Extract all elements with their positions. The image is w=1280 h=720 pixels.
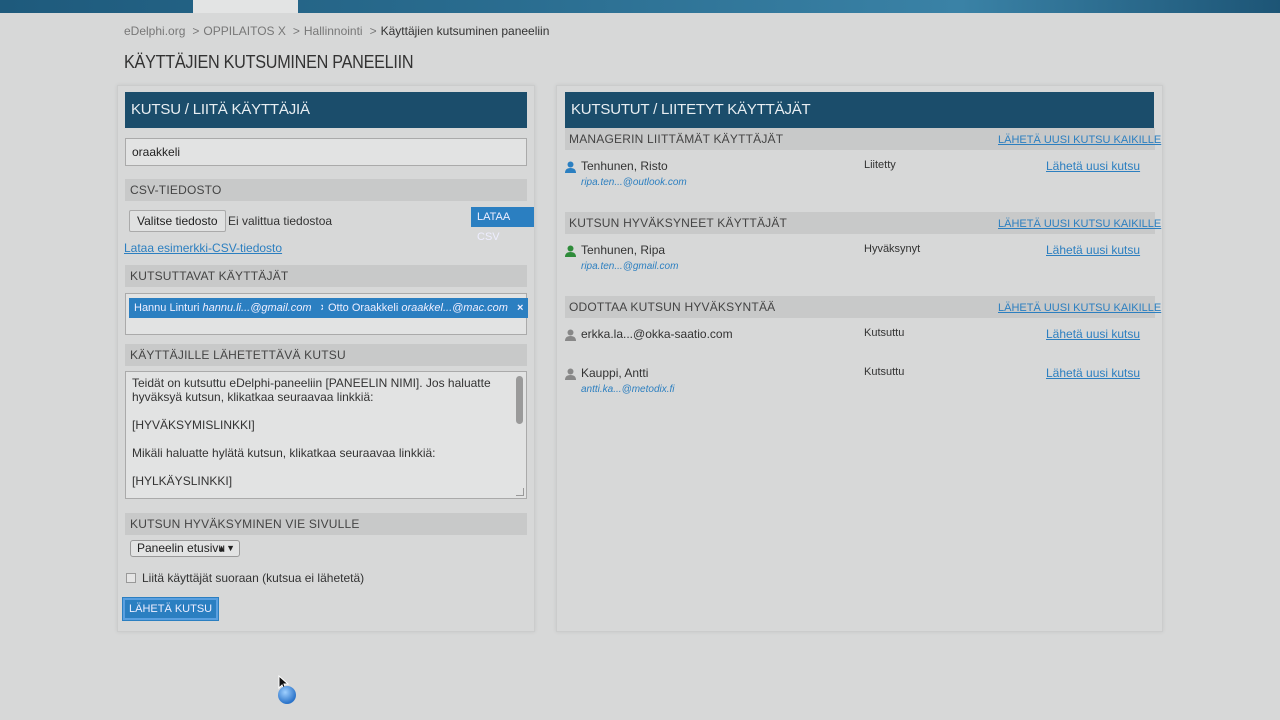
redirect-select-value: Paneelin etusivu	[137, 541, 226, 555]
textarea-resize-handle[interactable]	[516, 488, 524, 496]
upload-csv-button[interactable]: LATAA CSV	[471, 207, 534, 243]
user-name: erkka.la...@okka-saatio.com	[581, 327, 733, 341]
breadcrumb-item-edelphi[interactable]: eDelphi.org	[124, 24, 185, 38]
tag-email: oraakkel...@mac.com	[401, 302, 508, 314]
invited-users-panel: KUTSUTUT / LIITETYT KÄYTTÄJÄT MANAGERIN …	[556, 85, 1163, 632]
user-name: Kauppi, Antti	[581, 366, 649, 380]
resend-all-link[interactable]: LÄHETÄ UUSI KUTSU KAIKILLE	[998, 302, 1161, 314]
top-navigation-bar	[0, 0, 1280, 13]
user-status: Kutsuttu	[864, 366, 905, 378]
page-title: KÄYTTÄJIEN KUTSUMINEN PANEELIIN	[124, 52, 414, 72]
user-status: Kutsuttu	[864, 327, 905, 339]
direct-add-label: Liitä käyttäjät suoraan (kutsua ei lähet…	[142, 571, 365, 585]
example-csv-link[interactable]: Lataa esimerkki-CSV-tiedosto	[124, 241, 282, 255]
tag-email: hannu.li...@gmail.com	[202, 302, 312, 314]
breadcrumb-item-hallinnointi[interactable]: Hallinnointi	[304, 24, 363, 38]
breadcrumb-separator: >	[369, 24, 377, 38]
tag-name: Otto Oraakkeli	[328, 302, 399, 314]
message-line: Teidät on kutsuttu eDelphi-paneeliin [PA…	[132, 376, 491, 404]
invite-panel: KUTSU / LIITÄ KÄYTTÄJIÄ oraakkeli CSV-TI…	[117, 85, 535, 632]
message-section-title: KÄYTTÄJILLE LÄHETETTÄVÄ KUTSU	[125, 344, 527, 366]
message-line: [HYLKÄYSLINKKI]	[132, 474, 233, 488]
invited-users-panel-header: KUTSUTUT / LIITETYT KÄYTTÄJÄT	[565, 92, 1154, 128]
resend-invitation-link[interactable]: Lähetä uusi kutsu	[1046, 366, 1140, 380]
choose-file-button[interactable]: Valitse tiedosto	[129, 210, 226, 232]
message-line: Mikäli haluatte hylätä kutsun, klikatkaa…	[132, 446, 436, 460]
breadcrumb-separator: >	[192, 24, 200, 38]
textarea-scrollbar[interactable]	[516, 376, 523, 424]
resend-all-link[interactable]: LÄHETÄ UUSI KUTSU KAIKILLE	[998, 218, 1161, 230]
message-line: [HYVÄKSYMISLINKKI]	[132, 418, 255, 432]
resend-invitation-link[interactable]: Lähetä uusi kutsu	[1046, 159, 1140, 173]
user-email: antti.ka...@metodix.fi	[581, 384, 675, 395]
breadcrumb: eDelphi.org > OPPILAITOS X > Hallinnointi > Kä…	[124, 24, 552, 38]
resend-invitation-link[interactable]: Lähetä uusi kutsu	[1046, 243, 1140, 257]
send-invitation-button[interactable]: LÄHETÄ KUTSU	[121, 597, 220, 621]
invite-panel-header: KUTSU / LIITÄ KÄYTTÄJIÄ	[125, 92, 527, 128]
user-row: Tenhunen, Ripa ripa.ten...@gmail.com Hyv…	[565, 241, 1155, 281]
globe-icon	[278, 686, 296, 704]
select-arrows-icon: ▲▼	[217, 543, 235, 553]
direct-add-checkbox[interactable]	[126, 573, 136, 583]
csv-section-title: CSV-TIEDOSTO	[125, 179, 527, 201]
user-icon	[565, 161, 576, 173]
invited-user-tag[interactable]: Hannu Linturi hannu.li...@gmail.com ×	[129, 298, 332, 318]
user-email: ripa.ten...@gmail.com	[581, 261, 679, 272]
remove-tag-icon[interactable]: ×	[517, 302, 523, 314]
resend-invitation-link[interactable]: Lähetä uusi kutsu	[1046, 327, 1140, 341]
breadcrumb-item-oppilaitos[interactable]: OPPILAITOS X	[203, 24, 285, 38]
user-search-input[interactable]: oraakkeli	[125, 138, 527, 166]
user-status: Liitetty	[864, 159, 896, 171]
user-icon	[565, 368, 576, 380]
user-status: Hyväksynyt	[864, 243, 921, 255]
invited-users-section-title: KUTSUTTAVAT KÄYTTÄJÄT	[125, 265, 527, 287]
user-name: Tenhunen, Ripa	[581, 243, 666, 257]
user-name: Tenhunen, Risto	[581, 159, 668, 173]
resend-all-link[interactable]: LÄHETÄ UUSI KUTSU KAIKILLE	[998, 134, 1161, 146]
invitation-message-textarea[interactable]: Teidät on kutsuttu eDelphi-paneeliin [PA…	[125, 371, 527, 499]
user-row: Tenhunen, Risto ripa.ten...@outlook.com …	[565, 157, 1155, 197]
redirect-section-title: KUTSUN HYVÄKSYMINEN VIE SIVULLE	[125, 513, 527, 535]
user-icon	[565, 329, 576, 341]
active-tab-highlight[interactable]	[193, 0, 298, 13]
user-icon	[565, 245, 576, 257]
invited-users-box[interactable]: Hannu Linturi hannu.li...@gmail.com × Ot…	[125, 293, 529, 335]
no-file-text: Ei valittua tiedostoa	[228, 214, 333, 228]
tag-name: Hannu Linturi	[134, 302, 200, 314]
user-email: ripa.ten...@outlook.com	[581, 177, 687, 188]
invited-user-tag[interactable]: Otto Oraakkeli oraakkel...@mac.com ×	[323, 298, 529, 318]
breadcrumb-current: Käyttäjien kutsuminen paneeliin	[380, 24, 550, 38]
breadcrumb-separator: >	[292, 24, 300, 38]
redirect-page-select[interactable]: Paneelin etusivu ▲▼	[130, 540, 240, 557]
user-row: Kauppi, Antti antti.ka...@metodix.fi Kut…	[565, 364, 1155, 404]
user-row: erkka.la...@okka-saatio.com Kutsuttu Läh…	[565, 325, 1155, 355]
